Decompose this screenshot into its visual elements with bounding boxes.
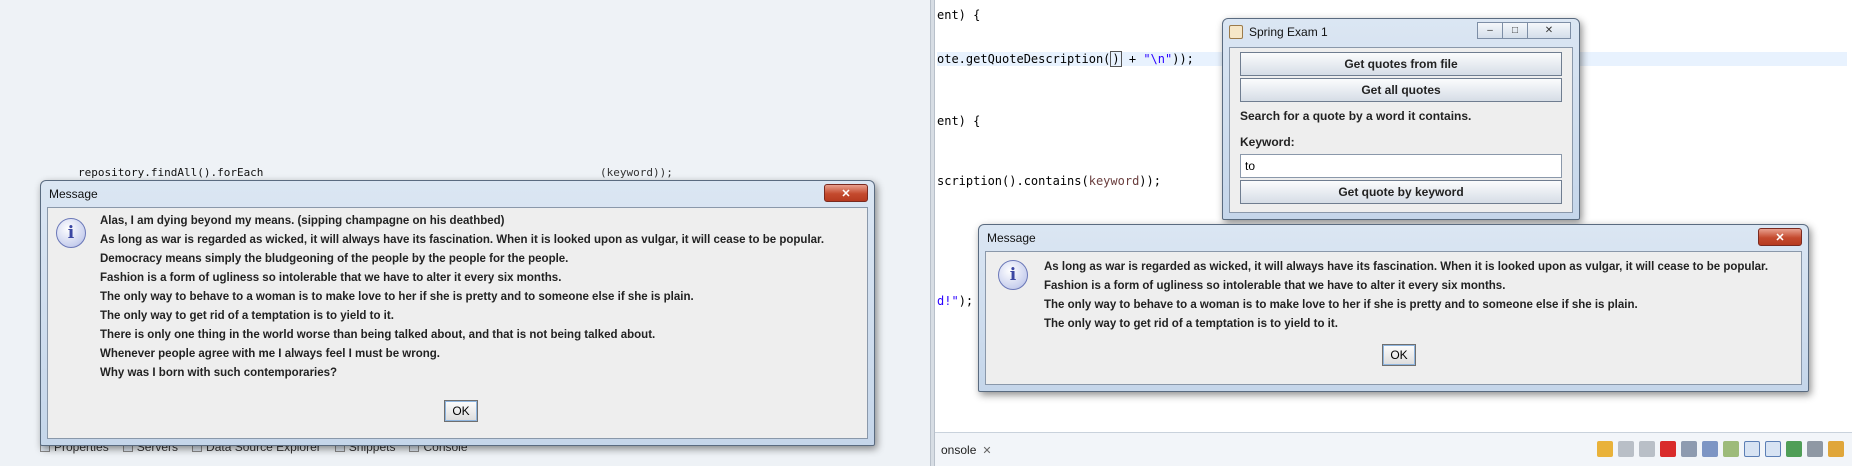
show-on-stderr-icon[interactable] — [1765, 441, 1781, 457]
spring-exam-window: Spring Exam 1 – □ ✕ Get quotes from file… — [1222, 18, 1580, 220]
message-line: The only way to behave to a woman is to … — [1044, 299, 1638, 311]
message-line: Alas, I am dying beyond my means. (sippi… — [100, 215, 505, 227]
left-eclipse-pane: repository.findAll().forEach (keyword));… — [0, 0, 930, 466]
scroll-lock-icon[interactable] — [1702, 441, 1718, 457]
get-quote-by-keyword-button[interactable]: Get quote by keyword — [1240, 180, 1562, 204]
message-line: As long as war is regarded as wicked, it… — [100, 234, 825, 246]
tab-console[interactable]: onsole ✕ — [935, 439, 998, 461]
dialog-titlebar[interactable]: Message — [41, 181, 874, 207]
message-line: The only way to get rid of a temptation … — [100, 310, 394, 322]
message-line: As long as war is regarded as wicked, it… — [1044, 261, 1769, 273]
message-line: The only way to get rid of a temptation … — [1044, 318, 1338, 330]
info-icon: i — [998, 260, 1028, 290]
message-line: Democracy means simply the bludgeoning o… — [100, 253, 569, 265]
close-button[interactable]: ✕ — [1758, 228, 1802, 246]
ok-button[interactable]: OK — [1382, 344, 1416, 366]
keyword-field[interactable]: to — [1240, 154, 1562, 178]
dialog-title: Message — [49, 187, 98, 201]
window-content: Get quotes from file Get all quotes Sear… — [1229, 47, 1573, 213]
message-line: Why was I born with such contemporaries? — [100, 367, 338, 379]
code-line[interactable]: scription().contains(keyword)); — [937, 174, 1161, 188]
pin-icon[interactable] — [1597, 441, 1613, 457]
word-wrap-icon[interactable] — [1723, 441, 1739, 457]
dialog-title: Message — [987, 231, 1036, 245]
remove-all-icon[interactable] — [1639, 441, 1655, 457]
matching-bracket: ) — [1110, 51, 1122, 67]
java-icon — [1229, 25, 1243, 39]
message-line: The only way to behave to a woman is to … — [100, 291, 694, 303]
get-quotes-from-file-button[interactable]: Get quotes from file — [1240, 52, 1562, 76]
message-line: Fashion is a form of ugliness so intoler… — [100, 272, 562, 284]
message-dialog-left: Message ✕ i Alas, I am dying beyond my m… — [40, 180, 875, 446]
maximize-button[interactable]: □ — [1502, 22, 1528, 39]
console-toolbar — [1597, 441, 1844, 457]
ok-button[interactable]: OK — [444, 400, 478, 422]
dialog-content: i Alas, I am dying beyond my means. (sip… — [47, 207, 868, 439]
code-fragment-left: repository.findAll().forEach — [78, 166, 264, 179]
terminate-icon[interactable] — [1660, 441, 1676, 457]
search-hint-label: Search for a quote by a word it contains… — [1240, 109, 1472, 123]
close-icon[interactable]: ✕ — [982, 444, 991, 457]
window-title: Spring Exam 1 — [1249, 25, 1328, 39]
message-text: Alas, I am dying beyond my means. (sippi… — [100, 212, 824, 383]
code-fragment-left-tail: (keyword)); — [600, 166, 673, 179]
dialog-titlebar[interactable]: Message — [979, 225, 1808, 251]
message-line: Whenever people agree with me I always f… — [100, 348, 440, 360]
open-console-icon[interactable] — [1786, 441, 1802, 457]
show-on-stdout-icon[interactable] — [1744, 441, 1760, 457]
message-text: As long as war is regarded as wicked, it… — [1044, 258, 1768, 334]
new-console-icon[interactable] — [1828, 441, 1844, 457]
dialog-content: i As long as war is regarded as wicked, … — [985, 251, 1802, 385]
message-line: Fashion is a form of ugliness so intoler… — [1044, 280, 1506, 292]
minimize-button[interactable]: – — [1477, 22, 1503, 39]
display-console-icon[interactable] — [1807, 441, 1823, 457]
message-line: There is only one thing in the world wor… — [100, 329, 656, 341]
code-line[interactable]: ent) { — [937, 8, 980, 22]
close-button[interactable]: ✕ — [824, 184, 868, 202]
window-controls: – □ ✕ — [1477, 22, 1571, 39]
message-dialog-right: Message ✕ i As long as war is regarded a… — [978, 224, 1809, 392]
get-all-quotes-button[interactable]: Get all quotes — [1240, 78, 1562, 102]
code-line[interactable]: d!"); — [937, 294, 973, 308]
close-button[interactable]: ✕ — [1527, 22, 1571, 39]
clear-console-icon[interactable] — [1681, 441, 1697, 457]
console-view-bar: onsole ✕ — [935, 432, 1852, 466]
remove-launch-icon[interactable] — [1618, 441, 1634, 457]
info-icon: i — [56, 218, 86, 248]
keyword-label: Keyword: — [1240, 135, 1295, 149]
code-line[interactable]: ent) { — [937, 114, 980, 128]
